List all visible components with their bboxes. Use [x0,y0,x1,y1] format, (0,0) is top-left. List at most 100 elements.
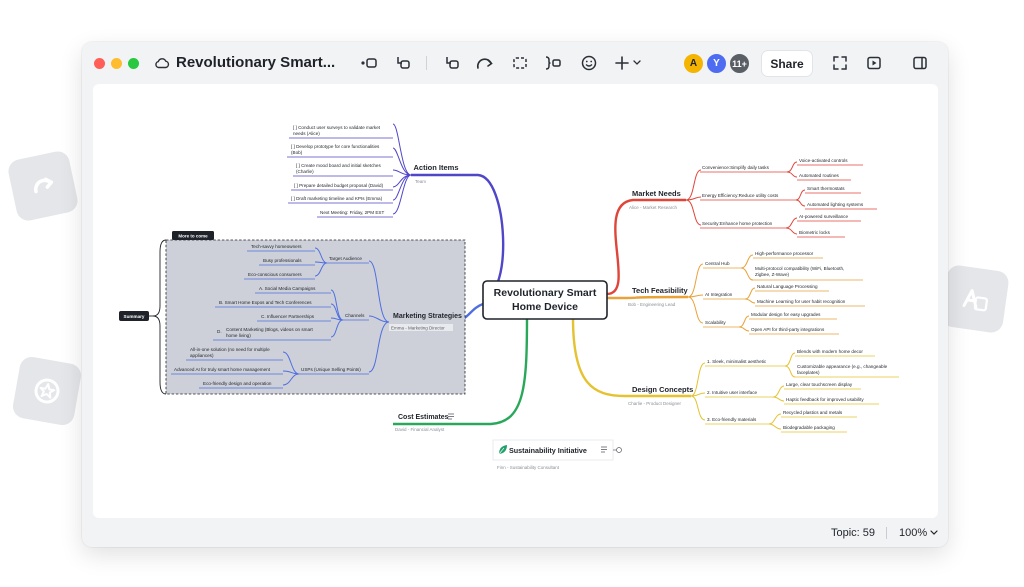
marketing-leaf: home living) [226,333,251,338]
mind-map-canvas[interactable]: Revolutionary Smart Home Device Action I… [93,84,938,518]
chevron-down-icon[interactable] [930,528,938,538]
marketing-leaf: appliances) [190,353,214,358]
status-bar: Topic: 59 100% [82,518,948,547]
topic-owner: Bob - Engineering Lead [628,302,676,307]
present-icon[interactable] [864,53,884,73]
star-tile-icon [11,355,83,427]
avatar[interactable]: Y [706,53,727,74]
marketing-leaf[interactable]: C. Influencer Partnerships [261,314,315,319]
market-leaf[interactable]: AI-powered surveillance [799,214,848,219]
marketing-sub[interactable]: Target Audience [329,256,362,261]
tech-leaf[interactable]: Multi-protocol compatibility (WiFi, Blue… [755,266,844,271]
topic-market-needs[interactable]: Market Needs [632,189,681,198]
design-sub[interactable]: 2. Intuitive user interface [707,390,757,395]
design-sub[interactable]: 3. Eco-friendly materials [707,417,757,422]
tech-sub[interactable]: Scalability [705,320,726,325]
market-leaf[interactable]: Biometric locks [799,230,831,235]
market-leaf[interactable]: Smart thermostats [807,186,845,191]
svg-text:More to come: More to come [178,234,208,239]
topic-tech-feasibility[interactable]: Tech Feasibility [632,286,689,295]
marketing-sub[interactable]: Channels [345,313,365,318]
boundary-icon[interactable] [510,53,530,73]
action-item: (Bob) [291,150,303,155]
action-item[interactable]: [ ] Conduct user surveys to validate mar… [293,125,381,130]
topic-owner: David - Financial Analyst [395,427,445,432]
marketing-leaf[interactable]: B. Smart Home Expos and Tech Conferences [219,300,312,305]
avatar[interactable]: A [683,53,704,74]
branch-line-market [606,198,686,296]
tech-leaf[interactable]: Modular design for easy upgrades [751,312,821,317]
topic-count: Topic: 59 [831,527,876,539]
summary-icon[interactable] [543,53,563,73]
topic-owner: Emma - Marketing Director [391,326,445,331]
redo-tile-icon [6,149,80,223]
sidebar-toggle-icon[interactable] [910,53,930,73]
document-title[interactable]: Revolutionary Smart... [176,54,335,71]
action-item[interactable]: [ ] Create mood board and initial sketch… [296,163,381,168]
summary-brace [152,239,167,395]
insert-sibling-topic-icon[interactable] [393,53,413,73]
relationship-icon[interactable] [475,53,495,73]
insert-parent-topic-icon[interactable] [442,53,462,73]
app-window: Revolutionary Smart... A Y 11+ Share Rev… [82,42,948,547]
action-item[interactable]: [ ] Draft marketing timeline and KPIs (E… [291,196,383,201]
marketing-leaf[interactable]: Eco-friendly design and operation [203,381,272,386]
design-leaf[interactable]: Large, clear touchscreen display [786,382,853,387]
marketing-leaf[interactable]: A. Social Media Campaigns [259,286,316,291]
more-collaborators-badge[interactable]: 11+ [729,53,750,74]
action-item[interactable]: [ ] Prepare detailed budget proposal (Da… [294,183,384,188]
design-leaf[interactable]: Blends with modern home decor [797,349,863,354]
minimize-window-button[interactable] [111,58,122,69]
market-leaf[interactable]: Voice-activated controls [799,158,848,163]
svg-text:Summary: Summary [124,314,145,319]
market-leaf[interactable]: Automated lighting systems [807,202,864,207]
marketing-leaf[interactable]: Content Marketing (Blogs, videos on smar… [226,327,314,332]
emoji-icon[interactable] [579,53,599,73]
maximize-window-button[interactable] [128,58,139,69]
action-item[interactable]: Next Meeting: Friday, 2PM EST [320,210,384,215]
tech-sub[interactable]: Central Hub [705,261,730,266]
close-window-button[interactable] [94,58,105,69]
marketing-leaf[interactable]: Tech-savvy homeowners [251,244,302,249]
market-leaf[interactable]: Automated routines [799,173,840,178]
topic-design-concepts[interactable]: Design Concepts [632,385,693,394]
topic-owner: Team [415,179,426,184]
topic-action-items[interactable]: Action Items [413,163,458,172]
marketing-leaf[interactable]: Advanced AI for truly smart home managem… [174,367,271,372]
insert-menu-icon[interactable] [613,53,645,73]
marketing-leaf: D. [217,329,222,334]
action-item: needs (Alice) [293,131,320,136]
action-item[interactable]: [ ] Develop prototype for core functiona… [291,144,380,149]
design-leaf[interactable]: Customizable appearance (e.g., changeabl… [797,364,888,369]
fullscreen-icon[interactable] [830,53,850,73]
topic-marketing-strategies[interactable]: Marketing Strategies [393,313,462,320]
tech-leaf[interactable]: Natural Language Processing [757,284,818,289]
topic-cost-estimates[interactable]: Cost Estimates [398,414,449,421]
tech-leaf[interactable]: Open API for third-party integrations [751,327,825,332]
topic-owner: Finn - Sustainability Consultant [497,465,560,470]
tech-sub[interactable]: AI Integration [705,292,733,297]
design-leaf: faceplates) [797,370,820,375]
design-leaf[interactable]: Biodegradable packaging [783,425,835,430]
marketing-sub[interactable]: USPs (Unique Selling Points) [301,367,361,372]
design-leaf[interactable]: Haptic feedback for improved usability [786,397,864,402]
zoom-level[interactable]: 100% [899,527,927,539]
marketing-leaf[interactable]: All-in-one solution (no need for multipl… [190,347,270,352]
marketing-leaf[interactable]: Busy professionals [263,258,302,263]
topic-owner: Charlie - Product Designer [628,401,682,406]
notes-icon[interactable] [448,413,454,420]
market-sub[interactable]: Energy Efficiency:Reduce utility costs [702,193,779,198]
market-sub[interactable]: Security:Enhance home protection [702,221,773,226]
share-button[interactable]: Share [762,51,812,76]
tech-leaf[interactable]: High-performance processor [755,251,814,256]
branch-line-tech [607,295,689,300]
tech-leaf[interactable]: Machine Learning for user habit recognit… [757,299,846,304]
insert-child-topic-icon[interactable] [359,53,379,73]
design-sub[interactable]: 1. Sleek, minimalist aesthetic [707,359,767,364]
root-topic-line1: Revolutionary Smart [494,287,597,299]
link-icon[interactable] [613,447,622,453]
design-leaf[interactable]: Recycled plastics and metals [783,410,843,415]
marketing-leaf[interactable]: Eco-conscious consumers [248,272,302,277]
market-sub[interactable]: Convenience:Simplify daily tasks [702,165,770,170]
action-item: (Charlie) [296,169,314,174]
